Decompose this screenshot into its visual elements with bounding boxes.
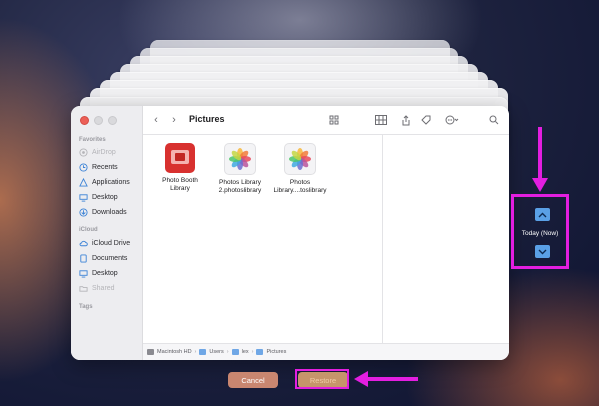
window-controls (80, 116, 117, 125)
photos-icon (284, 143, 316, 175)
sidebar-item-label: Downloads (92, 208, 127, 216)
applications-icon (79, 177, 88, 187)
tag-icon (421, 115, 431, 125)
photos-icon (224, 143, 256, 175)
document-icon (80, 253, 87, 263)
minimize-window-button[interactable] (94, 116, 103, 125)
desktop-icon (79, 269, 88, 278)
path-separator-icon: › (251, 349, 254, 355)
chevron-left-icon: ‹ (154, 114, 158, 126)
sidebar-item-label: AirDrop (92, 148, 116, 156)
icon-view-button[interactable] (323, 113, 345, 127)
sidebar-item-label: Applications (92, 178, 130, 186)
sidebar-item-label: Recents (92, 163, 118, 171)
group-button[interactable] (369, 113, 393, 127)
path-bar: Macintosh HD › Users › lex › Pictures (143, 343, 509, 360)
sidebar-item-label: Desktop (92, 193, 118, 201)
path-separator-icon: › (226, 349, 229, 355)
cancel-button[interactable]: Cancel (228, 372, 278, 388)
arrow-down-icon (532, 127, 548, 192)
path-separator-icon: › (194, 349, 197, 355)
search-icon (489, 115, 499, 125)
grid-icon (329, 115, 339, 125)
tag-button[interactable] (419, 113, 433, 127)
sidebar: Favorites AirDrop Recents Applications D… (71, 106, 143, 360)
shared-folder-icon (79, 285, 88, 292)
sidebar-item-label: iCloud Drive (92, 239, 131, 247)
share-button[interactable] (399, 113, 413, 127)
sidebar-item-label: Shared (92, 284, 115, 292)
file-name-line: Photos (289, 179, 311, 186)
sidebar-item-label: Desktop (92, 269, 118, 277)
photos-flower-icon (289, 148, 311, 170)
hard-disk-icon (147, 349, 154, 355)
chevron-right-icon: › (172, 114, 176, 126)
sidebar-item-applications[interactable]: Applications (79, 176, 130, 188)
finder-window: Favorites AirDrop Recents Applications D… (71, 106, 509, 360)
forward-button[interactable]: › (167, 113, 181, 127)
sidebar-item-recents[interactable]: Recents (79, 161, 118, 173)
sidebar-item-downloads[interactable]: Downloads (79, 206, 127, 218)
path-item[interactable]: Macintosh HD (157, 349, 192, 355)
airdrop-icon (79, 147, 88, 157)
file-item-photos-library[interactable]: Photos Library....toslibrary (265, 143, 335, 195)
tags-heading: Tags (79, 304, 93, 310)
sidebar-item-desktop[interactable]: Desktop (79, 191, 118, 203)
sidebar-item-icloud-drive[interactable]: iCloud Drive (79, 237, 130, 249)
file-grid: Photo Booth Library Photos Library 2.pho… (143, 135, 381, 343)
chevron-down-icon (538, 249, 547, 254)
desktop-icon (79, 193, 88, 202)
sidebar-item-label: Documents (92, 254, 128, 262)
more-actions-button[interactable] (441, 113, 463, 127)
timeline-up-button[interactable] (535, 208, 550, 221)
path-item[interactable]: Users (209, 349, 223, 355)
share-icon (402, 114, 410, 125)
toolbar: ‹ › Pictures (143, 106, 509, 135)
favorites-heading: Favorites (79, 137, 106, 143)
sidebar-item-airdrop[interactable]: AirDrop (79, 146, 116, 158)
sidebar-item-shared[interactable]: Shared (79, 282, 115, 294)
back-button[interactable]: ‹ (149, 113, 163, 127)
icloud-heading: iCloud (79, 227, 98, 233)
search-button[interactable] (487, 113, 501, 127)
clock-icon (79, 162, 88, 172)
chevron-up-icon (538, 212, 547, 217)
group-grid-icon (375, 115, 387, 125)
cloud-icon (79, 240, 88, 246)
close-window-button[interactable] (80, 116, 89, 125)
folder-icon (231, 349, 239, 355)
file-name-line: Library....toslibrary (273, 187, 327, 194)
photo-booth-icon (165, 143, 195, 173)
timeline-highlight-box: Today (Now) (511, 194, 569, 269)
timeline-down-button[interactable] (535, 245, 550, 258)
path-item[interactable]: Pictures (266, 349, 286, 355)
photos-flower-icon (229, 148, 251, 170)
zoom-window-button[interactable] (108, 116, 117, 125)
path-item[interactable]: lex (242, 349, 249, 355)
sidebar-item-documents[interactable]: Documents (79, 252, 127, 264)
window-title: Pictures (189, 114, 225, 124)
sidebar-item-icloud-desktop[interactable]: Desktop (79, 267, 118, 279)
arrow-left-icon (354, 371, 418, 387)
restore-highlight-box (295, 369, 349, 389)
folder-icon (199, 349, 207, 355)
download-icon (79, 207, 88, 217)
ellipsis-icon (445, 115, 459, 125)
timeline-label: Today (Now) (521, 230, 559, 237)
folder-icon (256, 349, 264, 355)
preview-pane (382, 135, 509, 343)
